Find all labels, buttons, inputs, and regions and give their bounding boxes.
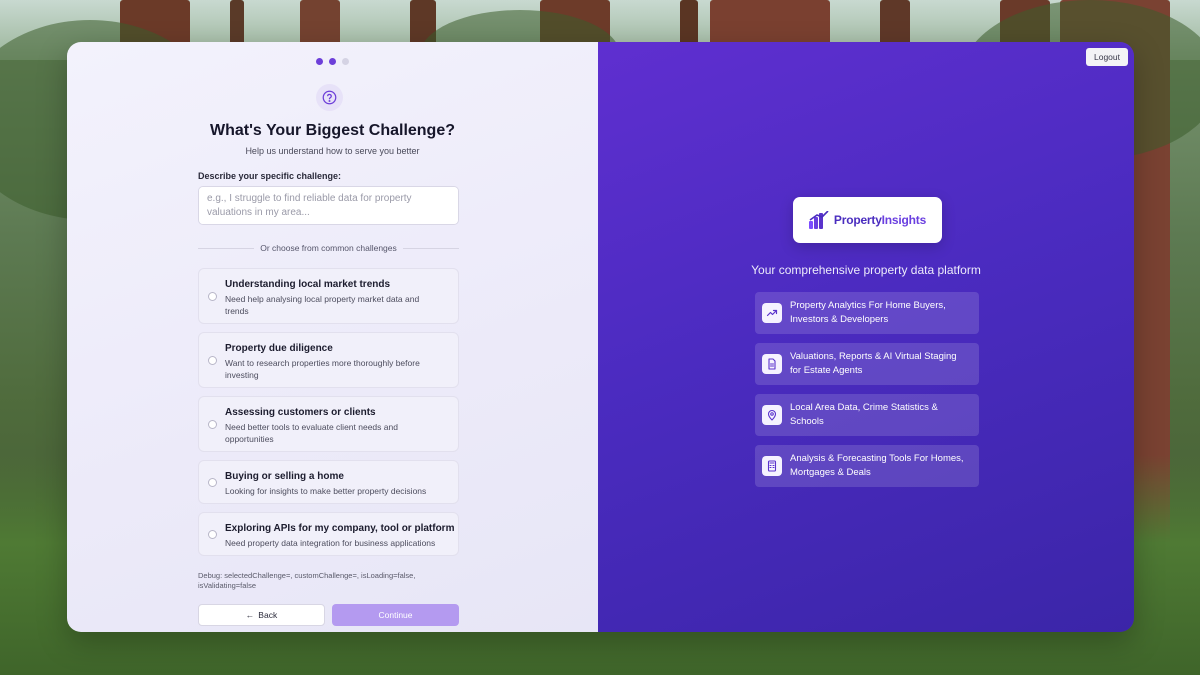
calculator-icon: [762, 456, 782, 476]
onboarding-card: What's Your Biggest Challenge? Help us u…: [67, 42, 1134, 632]
back-button-label: Back: [258, 610, 278, 620]
option-title: Understanding local market trends: [225, 279, 391, 290]
property-insights-logo: PropertyInsights: [793, 197, 942, 243]
challenge-option-apis[interactable]: Exploring APIs for my company, tool or p…: [198, 512, 459, 556]
option-description: Need better tools to evaluate client nee…: [225, 422, 398, 444]
progress-dot-3: [342, 58, 349, 65]
option-description: Need property data integration for busin…: [225, 538, 436, 548]
feature-text: Valuations, Reports & AI Virtual Staging…: [790, 351, 957, 376]
option-description: Looking for insights to make better prop…: [225, 486, 427, 496]
page-subtitle: Help us understand how to serve you bett…: [245, 146, 420, 156]
radio-button[interactable]: [208, 477, 217, 487]
option-description: Want to research properties more thoroug…: [225, 358, 420, 380]
challenge-option-assessing-clients[interactable]: Assessing customers or clients Need bett…: [198, 396, 459, 452]
feature-item: Valuations, Reports & AI Virtual Staging…: [755, 343, 979, 385]
continue-button-label: Continue: [378, 610, 413, 620]
progress-dots: [67, 58, 598, 65]
feature-text: Property Analytics For Home Buyers, Inve…: [790, 300, 946, 325]
challenge-field-label: Describe your specific challenge:: [198, 171, 342, 181]
feature-text: Local Area Data, Crime Statistics & Scho…: [790, 402, 938, 427]
debug-text: Debug: selectedChallenge=, customChallen…: [198, 571, 416, 590]
trending-up-icon: [762, 303, 782, 323]
page-title: What's Your Biggest Challenge?: [209, 122, 455, 139]
radio-button[interactable]: [208, 529, 217, 539]
radio-button[interactable]: [208, 419, 217, 429]
feature-item: Property Analytics For Home Buyers, Inve…: [755, 292, 979, 334]
challenge-option-buying-selling[interactable]: Buying or selling a home Looking for ins…: [198, 460, 459, 504]
progress-dot-2: [329, 58, 336, 65]
challenge-option-market-trends[interactable]: Understanding local market trends Need h…: [198, 268, 459, 324]
feature-text: Analysis & Forecasting Tools For Homes, …: [790, 453, 964, 478]
question-circle-icon: [316, 84, 343, 111]
continue-button[interactable]: Continue: [332, 604, 459, 626]
logout-button[interactable]: Logout: [1086, 48, 1128, 66]
choice-divider: Or choose from common challenges: [198, 243, 459, 253]
arrow-left-icon: ←: [245, 610, 255, 620]
option-title: Assessing customers or clients: [225, 407, 376, 418]
challenge-panel: What's Your Biggest Challenge? Help us u…: [67, 42, 598, 632]
progress-dot-1: [316, 58, 323, 65]
radio-button[interactable]: [208, 355, 217, 365]
option-title: Buying or selling a home: [225, 471, 344, 482]
feature-item: Local Area Data, Crime Statistics & Scho…: [755, 394, 979, 436]
document-icon: [762, 354, 782, 374]
feature-item: Analysis & Forecasting Tools For Homes, …: [755, 445, 979, 487]
option-title: Property due diligence: [225, 343, 333, 354]
bar-chart-logo-icon: [808, 211, 829, 229]
map-pin-icon: [762, 405, 782, 425]
radio-button[interactable]: [208, 291, 217, 301]
tagline: Your comprehensive property data platfor…: [751, 263, 981, 277]
logo-text: PropertyInsights: [833, 213, 927, 227]
challenge-textarea[interactable]: [198, 186, 459, 225]
option-title: Exploring APIs for my company, tool or p…: [225, 523, 455, 534]
divider-text: Or choose from common challenges: [260, 243, 397, 253]
challenge-option-due-diligence[interactable]: Property due diligence Want to research …: [198, 332, 459, 388]
back-button[interactable]: ← Back: [198, 604, 325, 626]
brand-panel: Logout PropertyInsights Your comprehensi…: [598, 42, 1134, 632]
option-description: Need help analysing local property marke…: [225, 294, 420, 316]
